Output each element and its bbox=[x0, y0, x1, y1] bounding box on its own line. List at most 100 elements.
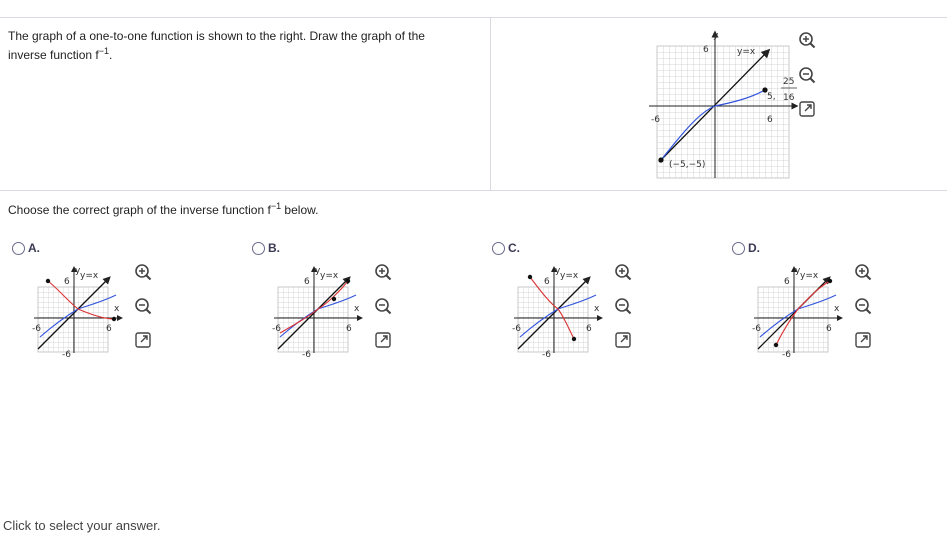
choice-graph[interactable]: y 6 y=x -6 6 x -6 bbox=[752, 265, 844, 360]
main-grid bbox=[656, 45, 790, 179]
choice-b[interactable]: B. y 6 y=x -6 6 x -6 bbox=[252, 241, 472, 361]
choice-radio[interactable] bbox=[492, 242, 505, 255]
zoom-out-icon bbox=[855, 298, 872, 315]
choice-x-tick-neg: -6 bbox=[512, 324, 521, 334]
choice-x-axis-label: x bbox=[834, 304, 840, 314]
choice-y-tick-neg: -6 bbox=[62, 350, 71, 360]
choice-grid bbox=[757, 286, 829, 353]
choice-zoom-out-button[interactable] bbox=[134, 297, 152, 315]
main-function-graph: y 6 y=x -6 6 5, 25 16 (−5,−5) bbox=[645, 30, 799, 179]
choice-x-tick-pos: 6 bbox=[106, 324, 112, 334]
main-zoom-out-button[interactable] bbox=[798, 66, 816, 84]
zoom-in-icon bbox=[855, 264, 872, 281]
main-line-label: y=x bbox=[737, 47, 756, 57]
zoom-in-icon bbox=[135, 264, 152, 281]
choice-zoom-in-button[interactable] bbox=[614, 263, 632, 281]
choice-radio[interactable] bbox=[12, 242, 25, 255]
main-frac-numerator: 25 bbox=[783, 77, 794, 87]
choice-endpoint-2 bbox=[331, 296, 337, 302]
choice-y-tick-neg: -6 bbox=[542, 350, 551, 360]
choice-endpoint-2 bbox=[571, 336, 577, 342]
choice-endpoint-1 bbox=[827, 278, 833, 284]
choice-graph[interactable]: y 6 y=x -6 6 x -6 bbox=[272, 265, 364, 360]
choice-x-axis-label: x bbox=[354, 304, 360, 314]
choice-line-label: y=x bbox=[80, 271, 99, 281]
choice-zoom-in-button[interactable] bbox=[854, 263, 872, 281]
choice-line-label: y=x bbox=[320, 271, 339, 281]
choice-graph[interactable]: y 6 y=x -6 6 x -6 bbox=[512, 265, 604, 360]
choice-grid bbox=[277, 286, 349, 353]
choice-radio[interactable] bbox=[252, 242, 265, 255]
choice-y-tick: 6 bbox=[64, 277, 70, 287]
choice-grid bbox=[517, 286, 589, 353]
choice-label: D. bbox=[748, 241, 760, 255]
choice-grid bbox=[37, 286, 109, 353]
main-endpoint-lower bbox=[658, 157, 664, 163]
choice-x-tick-pos: 6 bbox=[346, 324, 352, 334]
choice-radio[interactable] bbox=[732, 242, 745, 255]
choice-label: A. bbox=[28, 241, 40, 255]
inverse-superscript: −1 bbox=[98, 46, 109, 56]
choice-popout-button[interactable] bbox=[854, 331, 872, 349]
popout-icon bbox=[375, 332, 391, 348]
choice-line-label: y=x bbox=[800, 271, 819, 281]
popout-icon bbox=[615, 332, 631, 348]
popout-icon bbox=[135, 332, 151, 348]
choice-zoom-in-button[interactable] bbox=[134, 263, 152, 281]
choice-label: C. bbox=[508, 241, 520, 255]
choice-x-axis-label: x bbox=[594, 304, 600, 314]
top-divider bbox=[0, 17, 947, 18]
choice-graph[interactable]: y 6 y=x -6 6 x -6 bbox=[32, 265, 124, 360]
choice-zoom-in-button[interactable] bbox=[374, 263, 392, 281]
main-x-tick-pos: 6 bbox=[767, 115, 773, 125]
zoom-out-icon bbox=[375, 298, 392, 315]
choice-endpoint-1 bbox=[345, 278, 351, 284]
main-point-label-x: 5, bbox=[767, 92, 776, 102]
choice-c[interactable]: C. y 6 y=x -6 6 x -6 bbox=[492, 241, 712, 361]
choice-y-tick-neg: -6 bbox=[782, 350, 791, 360]
middle-divider bbox=[0, 190, 947, 191]
instruction-text: Choose the correct graph of the inverse … bbox=[8, 201, 319, 218]
choice-y-tick: 6 bbox=[544, 277, 550, 287]
choice-endpoint-2 bbox=[45, 278, 51, 284]
main-y-axis-label: y bbox=[713, 31, 719, 41]
status-text: Click to select your answer. bbox=[3, 518, 161, 533]
main-point2-label: (−5,−5) bbox=[669, 160, 705, 170]
choice-y-tick-neg: -6 bbox=[302, 350, 311, 360]
question-line-1: The graph of a one-to-one function is sh… bbox=[8, 29, 425, 43]
choice-x-tick-neg: -6 bbox=[32, 324, 41, 334]
choice-endpoint-2 bbox=[773, 342, 779, 348]
main-y-tick: 6 bbox=[703, 45, 709, 55]
zoom-out-icon bbox=[135, 298, 152, 315]
choice-x-tick-pos: 6 bbox=[586, 324, 592, 334]
zoom-in-icon bbox=[375, 264, 392, 281]
choice-x-axis-label: x bbox=[114, 304, 120, 314]
choice-zoom-out-button[interactable] bbox=[374, 297, 392, 315]
choice-zoom-out-button[interactable] bbox=[854, 297, 872, 315]
vertical-divider bbox=[490, 18, 491, 190]
popout-icon bbox=[799, 101, 815, 117]
popout-icon bbox=[855, 332, 871, 348]
main-x-tick-neg: -6 bbox=[651, 115, 660, 125]
choice-endpoint-1 bbox=[527, 274, 533, 280]
choice-x-tick-pos: 6 bbox=[826, 324, 832, 334]
choice-a[interactable]: A. y 6 y=x -6 6 x -6 bbox=[12, 241, 232, 361]
question-prompt: The graph of a one-to-one function is sh… bbox=[8, 29, 425, 62]
choice-d[interactable]: D. y 6 y=x -6 6 x -6 bbox=[732, 241, 947, 361]
choice-label: B. bbox=[268, 241, 280, 255]
choice-x-tick-neg: -6 bbox=[272, 324, 281, 334]
main-zoom-in-button[interactable] bbox=[798, 31, 816, 49]
choice-x-tick-neg: -6 bbox=[752, 324, 761, 334]
main-popout-button[interactable] bbox=[798, 100, 816, 118]
choice-line-label: y=x bbox=[560, 271, 579, 281]
main-frac-denominator: 16 bbox=[783, 93, 795, 103]
zoom-out-icon bbox=[799, 67, 816, 84]
choice-y-tick: 6 bbox=[784, 277, 790, 287]
choice-popout-button[interactable] bbox=[374, 331, 392, 349]
choice-zoom-out-button[interactable] bbox=[614, 297, 632, 315]
zoom-in-icon bbox=[615, 264, 632, 281]
choice-popout-button[interactable] bbox=[134, 331, 152, 349]
choice-popout-button[interactable] bbox=[614, 331, 632, 349]
zoom-in-icon bbox=[799, 32, 816, 49]
choice-endpoint-1 bbox=[111, 316, 117, 322]
